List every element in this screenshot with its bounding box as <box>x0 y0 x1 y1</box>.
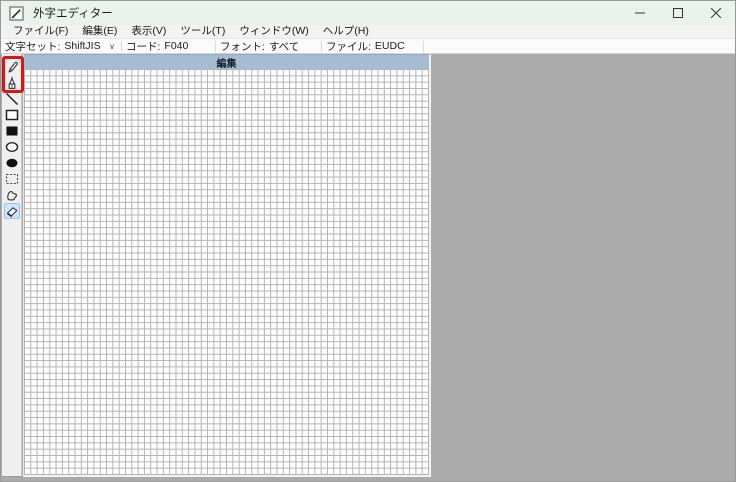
app-icon <box>9 6 24 21</box>
charset-label: 文字セット: <box>5 39 60 54</box>
menu-edit[interactable]: 編集(E) <box>75 25 124 38</box>
menubar: ファイル(F) 編集(E) 表示(V) ツール(T) ウィンドウ(W) ヘルプ(… <box>1 25 735 39</box>
client-area: 編集 <box>1 54 735 481</box>
close-button[interactable] <box>697 1 735 25</box>
ellipse-filled-tool[interactable] <box>4 155 20 171</box>
pencil-tool[interactable] <box>4 59 20 75</box>
menu-help[interactable]: ヘルプ(H) <box>316 25 376 38</box>
titlebar: 外字エディター <box>1 1 735 25</box>
menu-window[interactable]: ウィンドウ(W) <box>232 25 315 38</box>
file-field: ファイル: EUDC <box>322 39 423 53</box>
maximize-button[interactable] <box>659 1 697 25</box>
ellipse-outline-tool[interactable] <box>4 139 20 155</box>
toolbar: 文字セット: ShiftJIS ∨ コード: F040 フォント: すべて ファ… <box>1 39 735 54</box>
window-controls <box>621 1 735 25</box>
file-label: ファイル: <box>326 39 371 54</box>
font-value: すべて <box>269 39 299 54</box>
freeform-select-tool[interactable] <box>4 187 20 203</box>
private-character-editor-window: 外字エディター ファイル(F) 編集(E) 表示(V) ツール(T) ウィンドウ… <box>0 0 736 482</box>
code-field: コード: F040 <box>122 39 215 53</box>
font-label: フォント: <box>220 39 265 54</box>
tool-palette <box>2 54 22 476</box>
charset-value: ShiftJIS <box>64 40 100 52</box>
line-tool[interactable] <box>4 91 20 107</box>
toolbar-separator <box>423 41 424 52</box>
edit-caption-label: 編集 <box>217 55 237 70</box>
rectangle-filled-tool[interactable] <box>4 123 20 139</box>
rect-select-tool[interactable] <box>4 171 20 187</box>
code-value: F040 <box>164 40 188 52</box>
minimize-button[interactable] <box>621 1 659 25</box>
font-field: フォント: すべて <box>216 39 321 53</box>
charset-dropdown[interactable]: 文字セット: ShiftJIS ∨ <box>1 39 121 53</box>
chevron-down-icon: ∨ <box>109 42 115 51</box>
brush-tool[interactable] <box>4 75 20 91</box>
menu-tools[interactable]: ツール(T) <box>173 25 232 38</box>
file-value: EUDC <box>375 40 405 52</box>
menu-view[interactable]: 表示(V) <box>124 25 173 38</box>
window-title: 外字エディター <box>33 5 113 21</box>
eraser-tool[interactable] <box>4 203 20 219</box>
code-label: コード: <box>126 39 160 54</box>
rectangle-outline-tool[interactable] <box>4 107 20 123</box>
menu-file[interactable]: ファイル(F) <box>6 25 75 38</box>
glyph-edit-canvas[interactable] <box>24 69 429 475</box>
edit-child-window: 編集 <box>23 54 431 477</box>
edit-window-caption[interactable]: 編集 <box>24 55 429 69</box>
